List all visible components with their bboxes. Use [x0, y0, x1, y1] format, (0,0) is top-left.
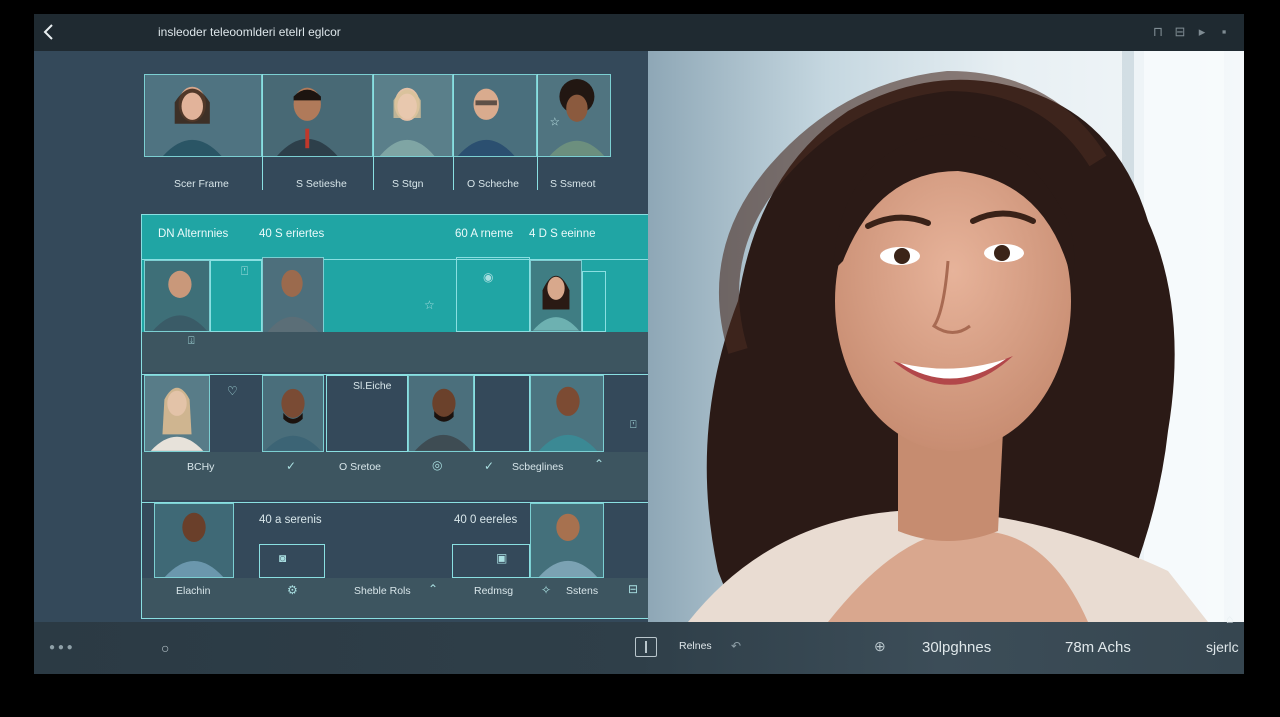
- participant-tile[interactable]: [154, 503, 234, 578]
- participant-name: S Ssmeot: [550, 178, 596, 190]
- undo-icon[interactable]: ↶: [731, 639, 741, 653]
- avatar: [531, 261, 581, 331]
- camera-icon[interactable]: ◎: [432, 458, 442, 472]
- video-call-window: insleoder teleoomlderi etelrl eglcor ⊓ ⊟…: [34, 14, 1244, 674]
- grid-header-label: DN Alternnies: [158, 228, 229, 240]
- participant-tile[interactable]: ☆: [537, 74, 611, 157]
- record-icon[interactable]: ○: [161, 640, 169, 656]
- participant-name: Sheble Rols: [354, 585, 411, 597]
- slot-label: 40 0 eereles: [454, 514, 518, 526]
- participant-tile[interactable]: [408, 375, 474, 452]
- avatar: [531, 504, 603, 577]
- more-icon[interactable]: ● ● ●: [49, 642, 73, 653]
- screen-share-icon[interactable]: ▣: [496, 551, 507, 565]
- participant-name: S Stgn: [392, 178, 424, 190]
- empty-slot: [474, 375, 530, 452]
- avatar: [409, 376, 473, 451]
- back-button[interactable]: [38, 21, 60, 43]
- screen-share-icon[interactable]: ⊟: [628, 582, 638, 596]
- avatar: [263, 376, 323, 451]
- row-separator: [142, 578, 650, 618]
- window-controls: ⊓ ⊟ ▸ ▪: [1150, 24, 1232, 40]
- participant-tile[interactable]: [262, 375, 324, 452]
- row-separator: [142, 332, 650, 372]
- mic-icon[interactable]: ⍞: [630, 419, 637, 432]
- avatar: [263, 258, 323, 333]
- participant-name: Elachin: [176, 585, 211, 597]
- slot-label: Sl.Eiche: [353, 380, 392, 392]
- camera-icon[interactable]: ◉: [483, 270, 493, 284]
- empty-slot: [582, 271, 606, 332]
- participant-name: Scer Frame: [174, 178, 229, 190]
- participant-tile[interactable]: [530, 260, 582, 332]
- grid-header-label: 4 D S eeinne: [529, 228, 596, 240]
- avatar: [263, 75, 372, 156]
- participant-name: O Scheche: [467, 178, 519, 190]
- control-label: Relnes: [679, 640, 712, 652]
- participant-tile[interactable]: [262, 257, 324, 334]
- slot-label: 40 a serenis: [259, 514, 322, 526]
- stat-value: sjerlc: [1206, 639, 1239, 655]
- avatar: ☆: [538, 75, 610, 156]
- participant-tile[interactable]: [373, 74, 453, 157]
- empty-slot: [210, 260, 262, 332]
- settings-icon[interactable]: ⚙: [287, 583, 298, 597]
- window-icon[interactable]: ⊟: [1172, 24, 1188, 40]
- participant-tile[interactable]: [530, 375, 604, 452]
- stop-icon[interactable]: ▪: [1216, 24, 1232, 40]
- row-separator: [142, 452, 650, 500]
- screen-share-button[interactable]: [635, 637, 657, 657]
- pin-icon[interactable]: ⍗: [188, 335, 195, 348]
- avatar: [145, 75, 261, 156]
- empty-slot: [456, 257, 530, 332]
- participant-name: Sstens: [566, 585, 599, 597]
- bar-icon: [645, 641, 647, 653]
- avatar: [454, 75, 536, 156]
- app-title: insleoder teleoomlderi etelrl eglcor: [158, 25, 341, 39]
- call-controls-bar: ● ● ● ○ Relnes ↶ ⊕ 30lpghnes 78m Achs sj…: [34, 612, 1244, 674]
- empty-slot: [259, 544, 325, 578]
- mic-icon[interactable]: ⍞: [241, 264, 248, 279]
- participant-tile[interactable]: [530, 503, 604, 578]
- play-icon[interactable]: ▸: [1194, 24, 1210, 40]
- home-icon[interactable]: ⌂: [1226, 612, 1233, 626]
- stat-value: 78m Achs: [1065, 639, 1131, 656]
- pin-icon[interactable]: ⊓: [1150, 24, 1166, 40]
- camera-icon[interactable]: ◙: [279, 551, 286, 565]
- grid-header-label: 60 A rneme: [455, 228, 514, 240]
- main-speaker-video[interactable]: [648, 51, 1244, 622]
- check-icon[interactable]: ✓: [484, 459, 494, 473]
- avatar: [145, 261, 209, 331]
- star-icon[interactable]: ✧: [541, 583, 551, 597]
- svg-text:☆: ☆: [550, 116, 560, 129]
- participant-tile[interactable]: [144, 375, 210, 452]
- raise-hand-icon[interactable]: ⌃: [594, 457, 604, 471]
- empty-slot: [452, 544, 530, 578]
- raise-hand-icon[interactable]: ⌃: [428, 582, 438, 596]
- avatar: [155, 504, 233, 577]
- star-icon[interactable]: ☆: [424, 298, 435, 312]
- participant-tile[interactable]: [144, 74, 262, 157]
- grid-header-label: 40 S eriertes: [259, 228, 325, 240]
- participant-name: Redmsg: [474, 585, 514, 597]
- participants-panel: ☆ Scer Frame S Setieshe S Stgn O Scheche…: [34, 51, 651, 622]
- speaker-portrait: [688, 70, 1208, 622]
- participant-tile[interactable]: [453, 74, 537, 157]
- mic-icon[interactable]: ⊕: [874, 638, 886, 655]
- avatar: [531, 376, 603, 451]
- stat-value: 30lpghnes: [922, 639, 992, 656]
- check-icon[interactable]: ✓: [286, 459, 296, 473]
- heart-icon[interactable]: ♡: [227, 384, 238, 398]
- participant-name: BCHy: [187, 461, 215, 473]
- participant-name: S Setieshe: [296, 178, 347, 190]
- participant-tile[interactable]: [144, 260, 210, 332]
- title-bar: insleoder teleoomlderi etelrl eglcor ⊓ ⊟…: [34, 14, 1244, 51]
- participant-tile[interactable]: [262, 74, 373, 157]
- avatar: [374, 75, 452, 156]
- avatar: [145, 376, 209, 451]
- chevron-left-icon: [43, 24, 53, 40]
- participant-name: O Sretoe: [339, 461, 382, 473]
- participant-name: Scbeglines: [512, 461, 564, 473]
